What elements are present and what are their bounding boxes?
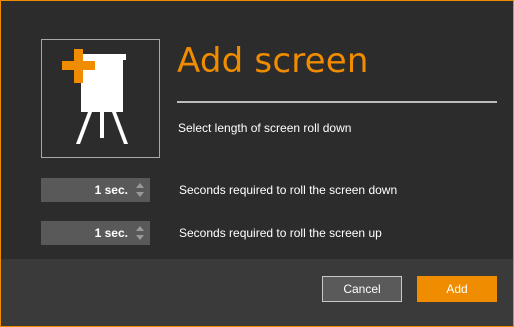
roll-up-seconds-value: 1 sec.	[94, 226, 128, 240]
roll-down-seconds-stepper[interactable]: 1 sec.	[41, 178, 150, 202]
decrement-arrow-icon[interactable]	[136, 192, 144, 197]
projector-screen-add-icon	[62, 49, 128, 144]
add-screen-dialog: Add screen Select length of screen roll …	[0, 0, 514, 327]
roll-down-spin-arrows[interactable]	[135, 181, 145, 199]
dialog-title: Add screen	[177, 41, 369, 81]
roll-up-seconds-stepper[interactable]: 1 sec.	[41, 221, 150, 245]
roll-down-seconds-value: 1 sec.	[94, 183, 128, 197]
roll-down-seconds-label: Seconds required to roll the screen down	[179, 183, 398, 197]
increment-arrow-icon[interactable]	[136, 226, 144, 231]
title-divider	[177, 101, 497, 103]
dialog-subtitle: Select length of screen roll down	[178, 121, 352, 135]
cancel-button[interactable]: Cancel	[322, 276, 402, 302]
increment-arrow-icon[interactable]	[136, 183, 144, 188]
roll-up-spin-arrows[interactable]	[135, 224, 145, 242]
decrement-arrow-icon[interactable]	[136, 235, 144, 240]
roll-up-seconds-label: Seconds required to roll the screen up	[179, 226, 382, 240]
screen-illustration	[41, 39, 160, 158]
add-button[interactable]: Add	[417, 276, 497, 302]
dialog-footer: Cancel Add	[1, 259, 513, 326]
